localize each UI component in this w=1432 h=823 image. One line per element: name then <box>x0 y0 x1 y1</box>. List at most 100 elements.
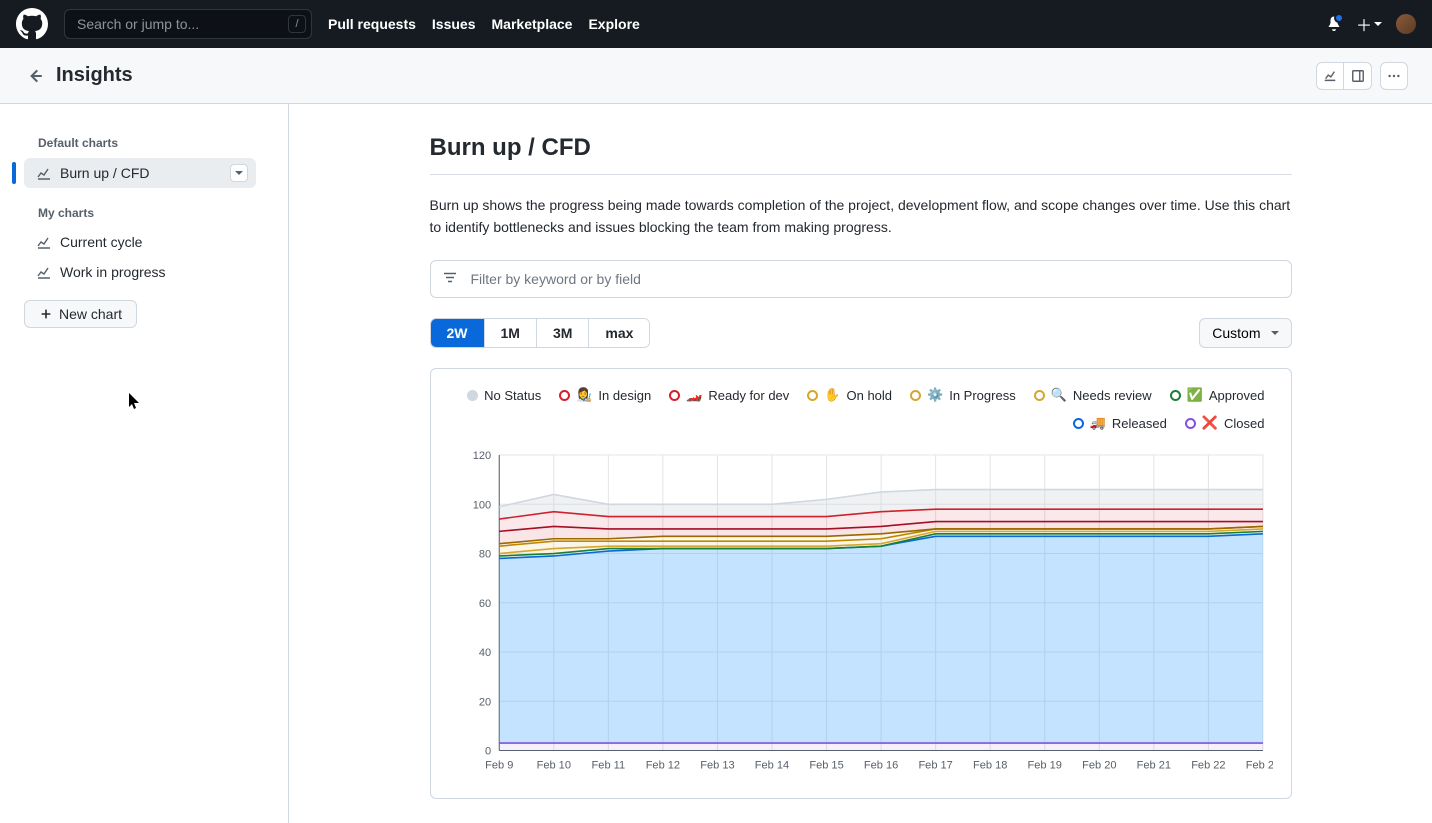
svg-text:Feb 11: Feb 11 <box>591 760 625 772</box>
range-2w[interactable]: 2W <box>431 319 484 347</box>
notifications-icon[interactable] <box>1326 15 1342 34</box>
legend-swatch-icon <box>1170 390 1181 401</box>
svg-text:100: 100 <box>472 500 490 512</box>
chart-line-icon <box>36 165 52 181</box>
svg-text:Feb 13: Feb 13 <box>700 760 734 772</box>
default-charts-heading: Default charts <box>38 136 256 150</box>
legend-label: In design <box>598 388 651 403</box>
legend-label: In Progress <box>949 388 1015 403</box>
custom-range-label: Custom <box>1212 325 1260 341</box>
legend-swatch-icon <box>1034 390 1045 401</box>
user-avatar[interactable] <box>1396 14 1416 34</box>
legend-swatch-icon <box>807 390 818 401</box>
range-max[interactable]: max <box>588 319 649 347</box>
layout: Default charts Burn up / CFD My charts C… <box>0 104 1432 823</box>
new-chart-label: New chart <box>59 306 122 322</box>
sidebar: Default charts Burn up / CFD My charts C… <box>0 104 289 823</box>
kebab-menu-icon[interactable] <box>1380 62 1408 90</box>
nav-marketplace[interactable]: Marketplace <box>492 16 573 32</box>
legend-emoji-icon: ⚙️ <box>927 387 943 403</box>
chevron-down-icon <box>1271 329 1279 337</box>
chart-line-icon <box>36 234 52 250</box>
range-1m[interactable]: 1M <box>484 319 536 347</box>
legend-emoji-icon: ❌ <box>1202 415 1218 431</box>
header-right: ＋ <box>1326 12 1416 36</box>
svg-text:Feb 21: Feb 21 <box>1136 760 1170 772</box>
cfd-chart: 020406080100120Feb 9Feb 10Feb 11Feb 12Fe… <box>449 445 1273 777</box>
legend-swatch-icon <box>1073 418 1084 429</box>
svg-text:Feb 19: Feb 19 <box>1027 760 1061 772</box>
range-3m[interactable]: 3M <box>536 319 588 347</box>
chart-line-icon <box>36 264 52 280</box>
back-arrow-icon[interactable] <box>26 67 44 85</box>
filter-icon <box>442 270 458 289</box>
custom-range-button[interactable]: Custom <box>1199 318 1291 348</box>
legend-item[interactable]: 🚚 Released <box>1073 415 1167 431</box>
svg-text:Feb 12: Feb 12 <box>645 760 679 772</box>
svg-text:Feb 10: Feb 10 <box>536 760 570 772</box>
notification-dot-icon <box>1334 13 1344 23</box>
page-title: Burn up / CFD <box>430 134 1292 175</box>
page-heading: Insights <box>56 64 133 87</box>
sidebar-item-current-cycle[interactable]: Current cycle <box>24 228 256 256</box>
github-logo-icon[interactable] <box>16 8 48 40</box>
svg-text:120: 120 <box>472 450 490 462</box>
new-chart-button[interactable]: New chart <box>24 300 137 328</box>
legend-label: Ready for dev <box>708 388 789 403</box>
legend-swatch-icon <box>669 390 680 401</box>
panel-view-icon[interactable] <box>1344 62 1372 90</box>
svg-text:Feb 18: Feb 18 <box>972 760 1006 772</box>
svg-text:0: 0 <box>485 746 491 758</box>
primary-nav: Pull requests Issues Marketplace Explore <box>328 16 640 32</box>
filter-input[interactable] <box>430 260 1292 298</box>
sidebar-item-label: Work in progress <box>60 264 166 280</box>
chart-view-icon[interactable] <box>1316 62 1344 90</box>
legend-label: Approved <box>1209 388 1265 403</box>
legend-item[interactable]: ⚙️ In Progress <box>910 387 1016 403</box>
sidebar-item-label: Current cycle <box>60 234 142 250</box>
svg-text:Feb 17: Feb 17 <box>918 760 952 772</box>
legend-item[interactable]: ✅Approved <box>1170 387 1265 403</box>
legend-swatch-icon <box>1185 418 1196 429</box>
insights-subheader: Insights <box>0 48 1432 104</box>
sidebar-item-work-in-progress[interactable]: Work in progress <box>24 258 256 286</box>
search-slash-hint: / <box>288 15 306 33</box>
nav-explore[interactable]: Explore <box>588 16 639 32</box>
search-input[interactable] <box>64 9 312 39</box>
legend-swatch-icon <box>910 390 921 401</box>
svg-text:Feb 20: Feb 20 <box>1082 760 1116 772</box>
svg-text:40: 40 <box>478 647 490 659</box>
legend-label: On hold <box>846 388 892 403</box>
legend-item[interactable]: 🏎️ Ready for dev <box>669 387 789 403</box>
nav-pull-requests[interactable]: Pull requests <box>328 16 416 32</box>
chart-legend: No Status 👩‍🎨In design 🏎️ Ready for dev ✋ On … <box>449 387 1273 431</box>
legend-swatch-icon <box>559 390 570 401</box>
range-row: 2W 1M 3M max Custom <box>430 318 1292 348</box>
svg-text:Feb 14: Feb 14 <box>754 760 788 772</box>
filter-field <box>430 260 1292 298</box>
svg-text:20: 20 <box>478 697 490 709</box>
svg-text:Feb 22: Feb 22 <box>1191 760 1225 772</box>
svg-text:Feb 9: Feb 9 <box>485 760 513 772</box>
legend-emoji-icon: 🚚 <box>1090 415 1106 431</box>
legend-label: Released <box>1112 416 1167 431</box>
legend-emoji-icon: 🏎️ <box>686 387 702 403</box>
legend-item[interactable]: ✋ On hold <box>807 387 892 403</box>
view-switch <box>1316 62 1408 90</box>
legend-item[interactable]: No Status <box>467 387 541 403</box>
time-range-segment: 2W 1M 3M max <box>430 318 651 348</box>
create-new-dropdown[interactable]: ＋ <box>1356 12 1382 36</box>
legend-emoji-icon: ✋ <box>824 387 840 403</box>
sidebar-item-label: Burn up / CFD <box>60 165 149 181</box>
svg-text:Feb 16: Feb 16 <box>863 760 897 772</box>
sidebar-item-burn-up-cfd[interactable]: Burn up / CFD <box>24 158 256 188</box>
chevron-down-icon[interactable] <box>230 164 248 182</box>
legend-item[interactable]: 👩‍🎨In design <box>559 387 651 403</box>
svg-text:80: 80 <box>478 549 490 561</box>
legend-item[interactable]: ❌Closed <box>1185 415 1265 431</box>
chart-card: No Status 👩‍🎨In design 🏎️ Ready for dev ✋ On … <box>430 368 1292 799</box>
legend-item[interactable]: 🔍Needs review <box>1034 387 1152 403</box>
my-charts-heading: My charts <box>38 206 256 220</box>
nav-issues[interactable]: Issues <box>432 16 476 32</box>
global-search: / <box>64 9 312 39</box>
